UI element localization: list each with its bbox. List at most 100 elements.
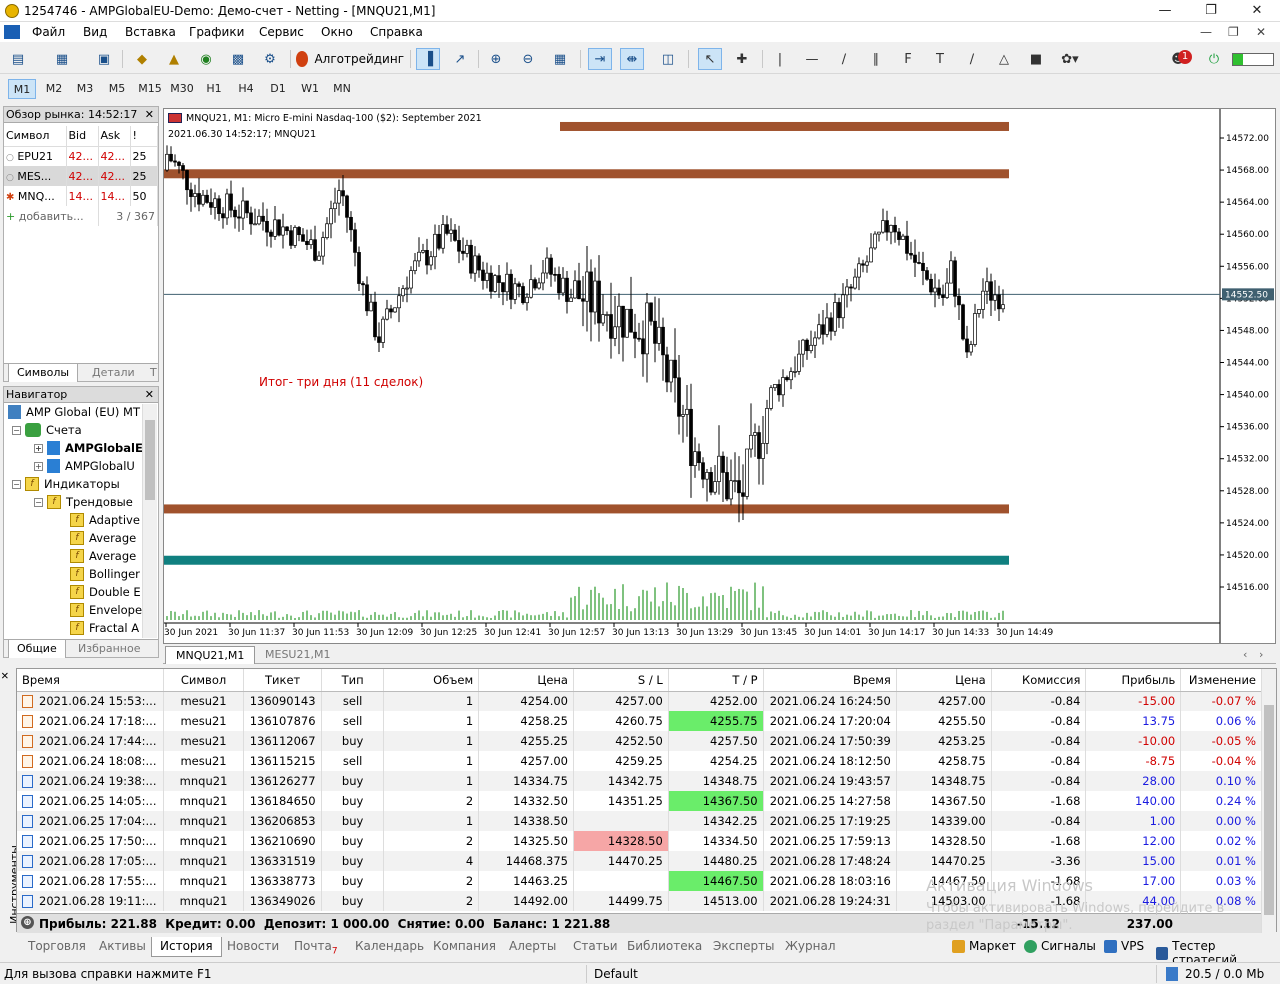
- timeframe-w1[interactable]: W1: [296, 79, 324, 99]
- close-button[interactable]: ✕: [1234, 0, 1280, 22]
- triangle-icon[interactable]: △: [992, 48, 1016, 70]
- timeframe-mn[interactable]: MN: [328, 79, 356, 99]
- menu-window[interactable]: Окно: [321, 25, 353, 39]
- zoom-in-icon[interactable]: ⊕: [484, 48, 508, 70]
- timeframe-m30[interactable]: M30: [168, 79, 196, 99]
- signals-tab[interactable]: Сигналы: [1024, 939, 1096, 953]
- history-row[interactable]: 2021.06.24 19:38:... mnqu21 136126277 buy 1 1…: [17, 771, 1262, 791]
- menu-help[interactable]: Справка: [370, 25, 423, 39]
- tab-company[interactable]: Компания: [433, 937, 496, 957]
- mdi-restore-button[interactable]: ❐: [1228, 25, 1239, 39]
- tab-details[interactable]: Детали: [84, 364, 143, 382]
- timeframe-m5[interactable]: M5: [103, 79, 131, 99]
- tab-calendar[interactable]: Календарь: [355, 937, 424, 957]
- column-header-price[interactable]: Цена: [478, 669, 574, 692]
- nav-item-trend[interactable]: − f Трендовые: [34, 495, 133, 509]
- timeframe-m2[interactable]: M2: [40, 79, 68, 99]
- templates-icon[interactable]: ◫: [656, 48, 680, 70]
- nav-item-indicator[interactable]: f Adaptive: [70, 513, 140, 527]
- nav-item-accounts[interactable]: − Счета: [12, 423, 82, 437]
- tab-journal[interactable]: Журнал: [785, 937, 836, 957]
- line-chart-icon[interactable]: ↗: [448, 48, 472, 70]
- algo-trading-button[interactable]: Алготрейдинг: [296, 48, 404, 70]
- lock-icon[interactable]: ▲: [162, 48, 186, 70]
- timeframe-m1[interactable]: M1: [8, 79, 36, 99]
- column-header[interactable]: Символ: [4, 126, 67, 147]
- vps-tab[interactable]: VPS: [1104, 939, 1144, 953]
- column-header-close-price[interactable]: Цена: [896, 669, 992, 692]
- chart-tabs-right-arrow[interactable]: ›: [1249, 646, 1273, 664]
- mdi-minimize-button[interactable]: —: [1200, 25, 1212, 39]
- column-header[interactable]: Ask: [98, 126, 131, 147]
- new-chart-icon[interactable]: ▤: [6, 48, 30, 70]
- menu-view[interactable]: Вид: [83, 25, 107, 39]
- tab-history[interactable]: История: [151, 937, 222, 957]
- menu-insert[interactable]: Вставка: [125, 25, 176, 39]
- signals-icon[interactable]: ◉: [194, 48, 218, 70]
- tab-chart-mesu21[interactable]: MESU21,M1: [255, 646, 340, 664]
- tab-general[interactable]: Общие: [8, 640, 66, 658]
- close-icon[interactable]: ✕: [1, 671, 12, 679]
- nav-item-account[interactable]: + AMPGlobalE: [34, 441, 143, 455]
- channel-icon[interactable]: ∥: [864, 48, 888, 70]
- symbol-row[interactable]: ○ EPU21 42... 42... 25: [4, 146, 158, 166]
- maximize-button[interactable]: ❐: [1188, 0, 1234, 22]
- timeframe-m3[interactable]: M3: [71, 79, 99, 99]
- nav-item-indicator[interactable]: f Fractal A: [70, 621, 139, 635]
- column-header-change[interactable]: Изменение: [1180, 669, 1262, 692]
- window-icon[interactable]: ▣: [92, 48, 116, 70]
- timeframe-d1[interactable]: D1: [264, 79, 292, 99]
- column-header-volume[interactable]: Объем: [383, 669, 480, 692]
- autoscroll-icon[interactable]: ⇥: [588, 48, 612, 70]
- minimize-button[interactable]: —: [1142, 0, 1188, 22]
- history-row[interactable]: 2021.06.25 14:05:... mnqu21 136184650 buy 2 1…: [17, 791, 1262, 811]
- timeframe-h4[interactable]: H4: [232, 79, 260, 99]
- history-row[interactable]: 2021.06.28 17:05:... mnqu21 136331519 buy 4 1…: [17, 851, 1262, 871]
- toolbox-side-tab[interactable]: ✕ Инструменты: [1, 668, 21, 932]
- tab-experts[interactable]: Эксперты: [713, 937, 775, 957]
- add-symbol-row[interactable]: + добавить... 3 / 367: [4, 206, 158, 226]
- symbol-row[interactable]: ○ MES... 42... 42... 25: [4, 166, 158, 186]
- tab-alerts[interactable]: Алерты: [509, 937, 556, 957]
- close-icon[interactable]: ✕: [145, 107, 154, 123]
- column-header-commission[interactable]: Комиссия: [991, 669, 1087, 692]
- column-header-type[interactable]: Тип: [321, 669, 385, 692]
- nav-item-indicator[interactable]: f Average: [70, 531, 136, 545]
- mdi-close-button[interactable]: ✕: [1256, 25, 1266, 39]
- symbol-row[interactable]: ✱ MNQ... 14... 14... 50: [4, 186, 158, 206]
- rectangle-icon[interactable]: ■: [1024, 48, 1048, 70]
- history-row[interactable]: 2021.06.25 17:50:... mnqu21 136210690 buy 2 1…: [17, 831, 1262, 851]
- column-header-profit[interactable]: Прибыль: [1085, 669, 1182, 692]
- text-icon[interactable]: T: [928, 48, 952, 70]
- profiles-icon[interactable]: ▦: [50, 48, 74, 70]
- tab-ticks[interactable]: Т: [142, 364, 165, 382]
- history-row[interactable]: 2021.06.24 17:44:... mesu21 136112067 buy 1 4…: [17, 731, 1262, 751]
- menu-file[interactable]: Файл: [32, 25, 65, 39]
- price-chart[interactable]: 14572.00 14568.00 14564.00 14560.00 14556.00…: [163, 108, 1276, 644]
- tab-library[interactable]: Библиотека: [627, 937, 702, 957]
- gann-icon[interactable]: ∕: [960, 48, 984, 70]
- history-scrollbar[interactable]: [1261, 669, 1276, 933]
- column-header-symbol[interactable]: Символ: [163, 669, 245, 692]
- column-header[interactable]: Bid: [66, 126, 99, 147]
- column-header-close-time[interactable]: Время: [763, 669, 897, 692]
- nav-item-account[interactable]: + AMPGlobalU: [34, 459, 135, 473]
- column-header-tp[interactable]: T / P: [668, 669, 764, 692]
- zoom-out-icon[interactable]: ⊖: [516, 48, 540, 70]
- tab-assets[interactable]: Активы: [99, 937, 146, 957]
- nav-item-root[interactable]: AMP Global (EU) MT: [8, 405, 140, 419]
- history-row[interactable]: 2021.06.24 15:53:... mesu21 136090143 sell 1…: [17, 691, 1262, 711]
- market-icon[interactable]: ◆: [130, 48, 154, 70]
- tile-windows-icon[interactable]: ▦: [548, 48, 572, 70]
- vertical-line-icon[interactable]: |: [768, 48, 792, 70]
- timeframe-m15[interactable]: M15: [136, 79, 164, 99]
- candles-icon[interactable]: ▐: [416, 48, 440, 70]
- tab-chart-mnqu21[interactable]: MNQU21,M1: [165, 646, 256, 664]
- close-icon[interactable]: ✕: [145, 387, 154, 403]
- tab-symbols[interactable]: Символы: [8, 364, 79, 382]
- crosshair-icon[interactable]: ✚: [730, 48, 754, 70]
- shapes-dropdown-icon[interactable]: ✿▾: [1058, 48, 1082, 70]
- column-header-ticket[interactable]: Тикет: [243, 669, 322, 692]
- column-header[interactable]: !: [130, 126, 158, 147]
- horizontal-line-icon[interactable]: —: [800, 48, 824, 70]
